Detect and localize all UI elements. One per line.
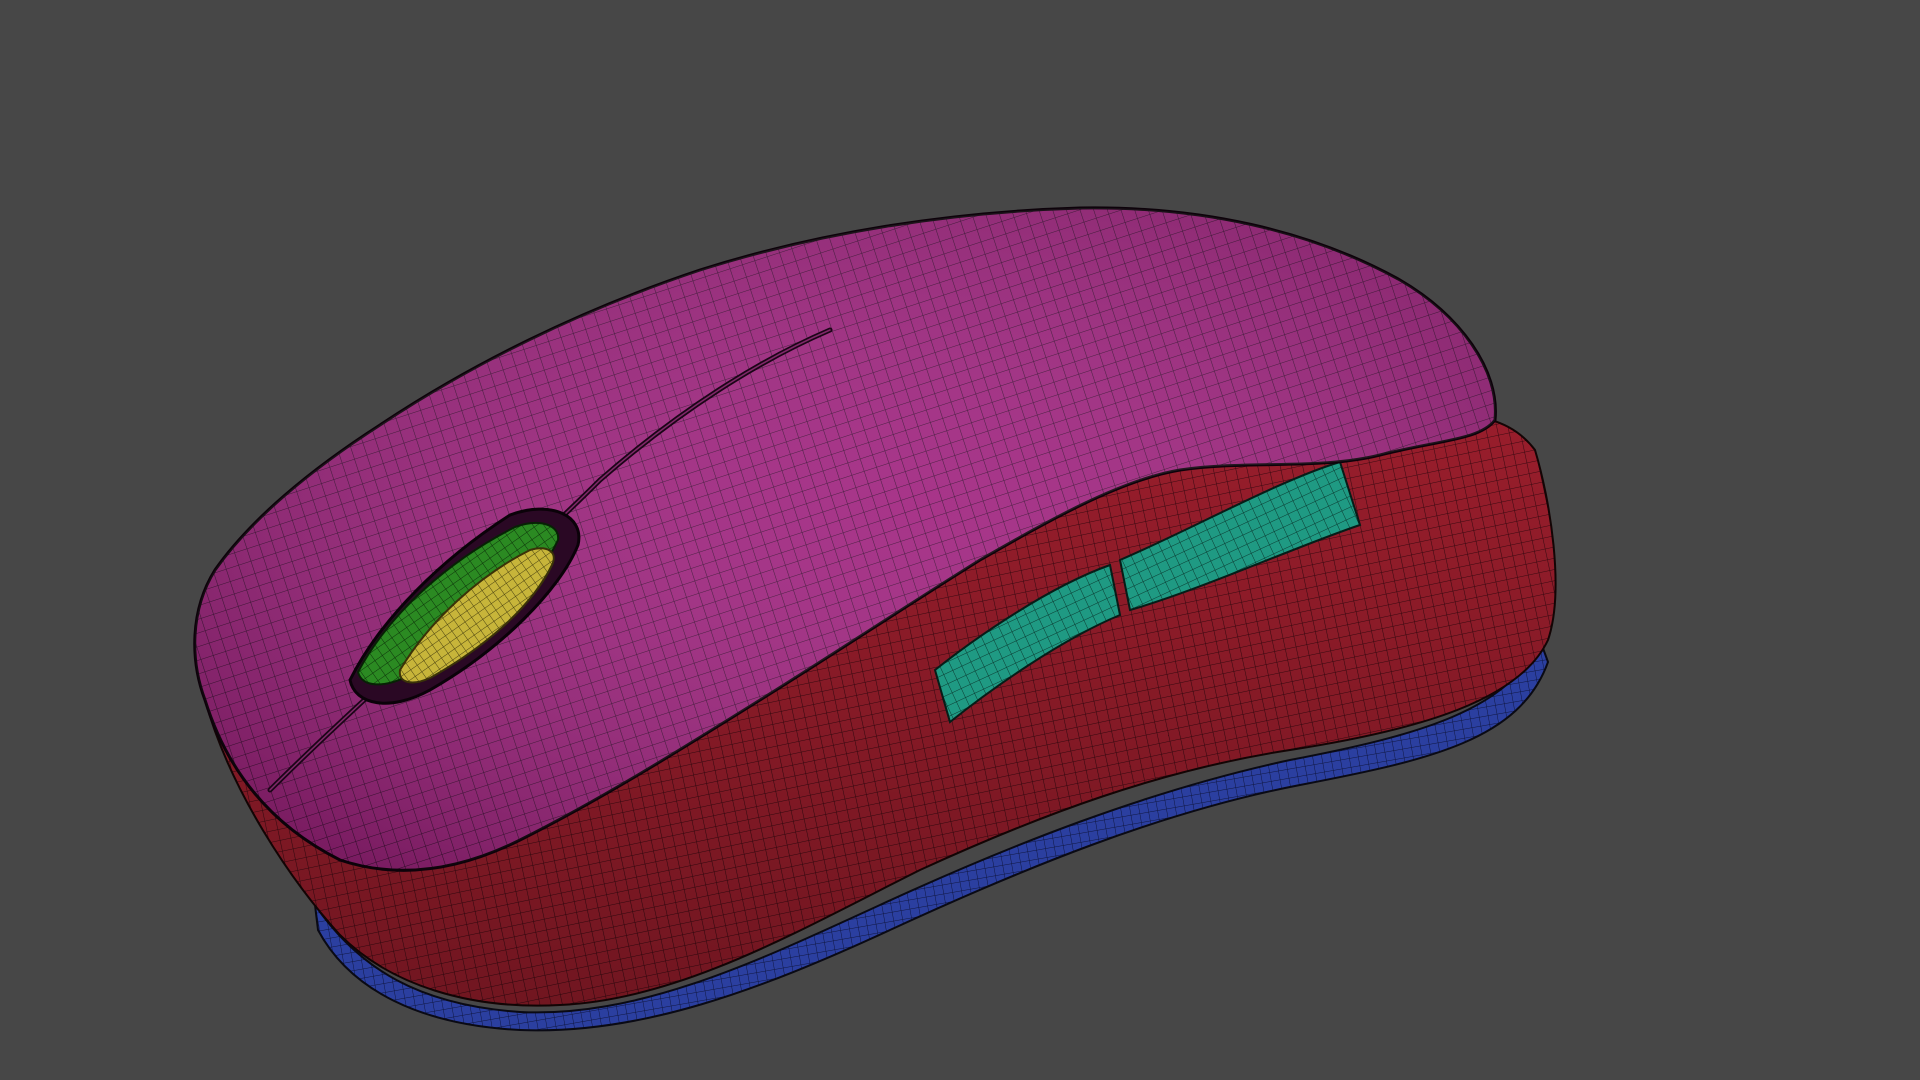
3d-viewport[interactable] bbox=[0, 0, 1920, 1080]
mouse-render bbox=[193, 206, 1557, 1032]
